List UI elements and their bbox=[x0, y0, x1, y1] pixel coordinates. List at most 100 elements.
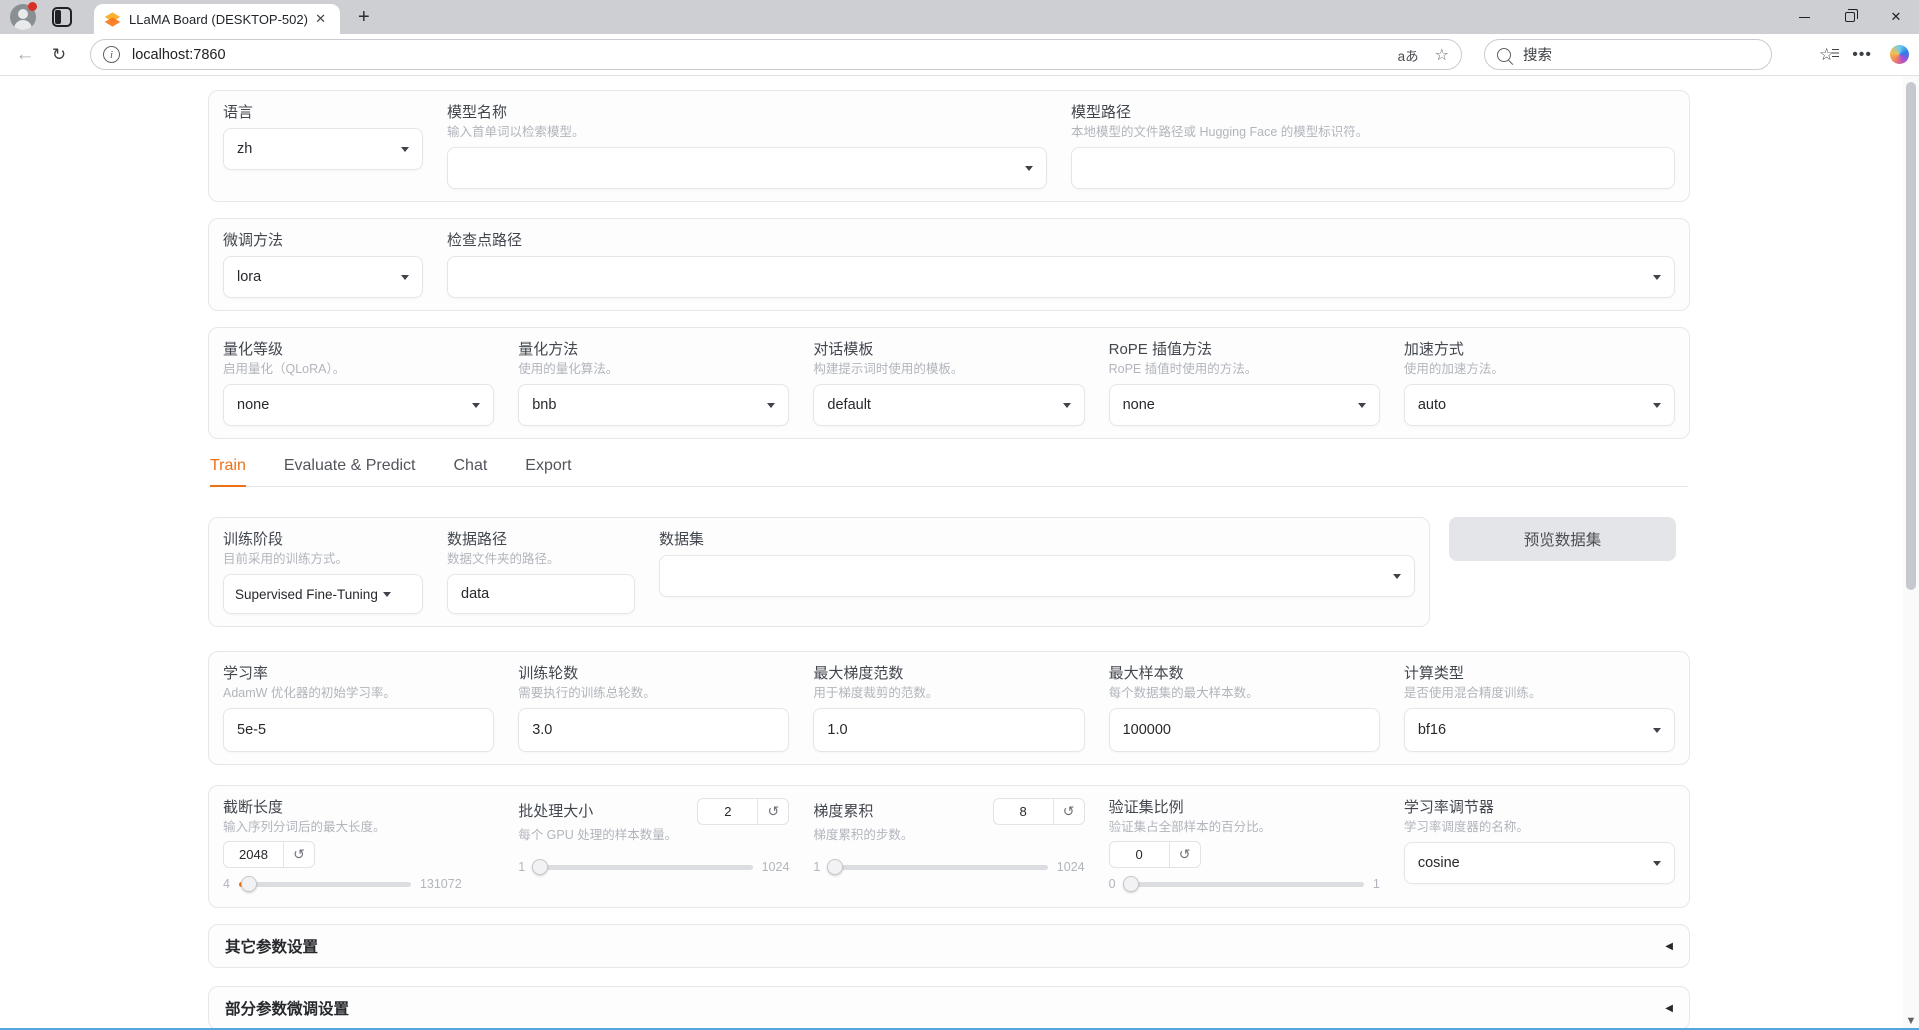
dataset-dropdown[interactable] bbox=[659, 555, 1415, 597]
tab-close-icon[interactable]: ✕ bbox=[311, 11, 330, 27]
val-size-label: 验证集比例 bbox=[1108, 799, 1184, 816]
scrollbar-thumb[interactable] bbox=[1906, 82, 1916, 590]
batch-size-max: 1024 bbox=[761, 860, 790, 874]
booster-dropdown[interactable]: auto bbox=[1403, 384, 1676, 426]
tab-export[interactable]: Export bbox=[525, 457, 571, 486]
val-size-max: 1 bbox=[1372, 877, 1380, 891]
learning-rate-value: 5e-5 bbox=[237, 722, 267, 738]
more-options-button[interactable]: ••• bbox=[1852, 46, 1872, 64]
chevron-down-icon bbox=[1653, 727, 1662, 733]
template-dropdown[interactable]: default bbox=[813, 384, 1085, 426]
browser-toolbar: ← ↻ i localhost:7860 aあ ☆ 搜索 ☆ ••• bbox=[0, 34, 1919, 76]
tab-chat[interactable]: Chat bbox=[453, 457, 487, 486]
tab-train[interactable]: Train bbox=[210, 457, 246, 487]
advanced-row: 量化等级 启用量化（QLoRA）。 none 量化方法 使用的量化算法。 bnb… bbox=[208, 327, 1690, 439]
learning-rate-label: 学习率 bbox=[223, 665, 269, 682]
copilot-button[interactable] bbox=[1890, 45, 1909, 64]
model-path-input[interactable] bbox=[1071, 147, 1675, 189]
translate-icon[interactable]: aあ bbox=[1398, 45, 1419, 65]
grad-accum-slider[interactable] bbox=[827, 858, 1048, 875]
scrollbar[interactable]: ▼ bbox=[1903, 76, 1919, 1030]
template-label: 对话模板 bbox=[813, 341, 874, 358]
training-stage-value: Supervised Fine-Tuning bbox=[235, 586, 378, 602]
quantization-method-value: bnb bbox=[532, 397, 557, 413]
batch-size-value[interactable]: 2 bbox=[698, 799, 757, 824]
chevron-down-icon bbox=[472, 402, 481, 408]
val-size-value[interactable]: 0 bbox=[1110, 842, 1169, 867]
language-dropdown[interactable]: zh bbox=[223, 128, 423, 170]
model-name-dropdown[interactable] bbox=[447, 147, 1047, 189]
cutoff-len-slider[interactable] bbox=[238, 875, 411, 892]
reset-icon[interactable]: ↺ bbox=[757, 799, 788, 824]
accordion-extra-args[interactable]: 其它参数设置 ◀ bbox=[208, 924, 1690, 968]
chevron-left-icon: ◀ bbox=[1665, 1002, 1673, 1014]
cutoff-len-min: 4 bbox=[223, 877, 230, 891]
num-epochs-input[interactable]: 3.0 bbox=[518, 708, 790, 752]
favorites-button[interactable]: ☆ bbox=[1819, 45, 1840, 65]
finetuning-type-label: 微调方法 bbox=[223, 232, 284, 249]
quantization-bit-dropdown[interactable]: none bbox=[223, 384, 495, 426]
max-grad-norm-label: 最大梯度范数 bbox=[813, 665, 904, 682]
max-grad-norm-input[interactable]: 1.0 bbox=[813, 708, 1085, 752]
batch-size-slider[interactable] bbox=[532, 858, 753, 875]
grad-accum-value[interactable]: 8 bbox=[994, 799, 1053, 824]
quantization-bit-label: 量化等级 bbox=[223, 341, 284, 358]
reset-icon[interactable]: ↺ bbox=[1052, 799, 1084, 824]
back-button[interactable]: ← bbox=[8, 38, 42, 72]
reset-icon[interactable]: ↺ bbox=[283, 842, 314, 867]
profile-avatar[interactable] bbox=[10, 2, 37, 30]
compute-type-info: 是否使用混合精度训练。 bbox=[1403, 686, 1542, 700]
browser-tab[interactable]: LLaMA Board (DESKTOP-502) ✕ bbox=[94, 4, 340, 34]
reset-icon[interactable]: ↺ bbox=[1168, 842, 1200, 867]
search-icon bbox=[1497, 47, 1511, 62]
training-stage-dropdown[interactable]: Supervised Fine-Tuning bbox=[223, 574, 423, 614]
max-samples-value: 100000 bbox=[1122, 722, 1171, 738]
new-tab-button[interactable]: + bbox=[358, 7, 370, 27]
accordion-freeze-config[interactable]: 部分参数微调设置 ◀ bbox=[208, 986, 1690, 1030]
address-bar[interactable]: i localhost:7860 aあ ☆ bbox=[90, 39, 1462, 70]
val-size-number[interactable]: 0 ↺ bbox=[1108, 841, 1201, 868]
tab-evaluate-predict[interactable]: Evaluate & Predict bbox=[284, 457, 416, 486]
checkpoint-path-label: 检查点路径 bbox=[447, 232, 523, 249]
chevron-down-icon bbox=[1357, 402, 1366, 408]
minimize-button[interactable] bbox=[1781, 0, 1827, 34]
rope-scaling-dropdown[interactable]: none bbox=[1108, 384, 1380, 426]
quantization-method-dropdown[interactable]: bnb bbox=[518, 384, 790, 426]
val-size-slider[interactable] bbox=[1122, 875, 1364, 892]
grad-accum-min: 1 bbox=[813, 860, 821, 874]
site-info-icon[interactable]: i bbox=[103, 46, 120, 63]
grad-accum-label: 梯度累积 bbox=[813, 803, 874, 820]
batch-size-number[interactable]: 2 ↺ bbox=[697, 798, 790, 825]
batch-size-label: 批处理大小 bbox=[518, 803, 594, 820]
preview-dataset-button[interactable]: 预览数据集 bbox=[1449, 517, 1676, 561]
cutoff-len-value[interactable]: 2048 bbox=[224, 842, 283, 867]
url-text[interactable]: localhost:7860 bbox=[132, 47, 1398, 63]
learning-rate-input[interactable]: 5e-5 bbox=[223, 708, 495, 752]
browser-tab-strip: LLaMA Board (DESKTOP-502) ✕ + ✕ bbox=[0, 0, 1919, 34]
model-path-info: 本地模型的文件路径或 Hugging Face 的模型标识符。 bbox=[1071, 125, 1369, 139]
chevron-down-icon bbox=[382, 591, 391, 597]
val-size-min: 0 bbox=[1108, 877, 1116, 891]
num-epochs-info: 需要执行的训练总轮数。 bbox=[518, 686, 656, 700]
hyperparam-row: 学习率 AdamW 优化器的初始学习率。 5e-5 训练轮数 需要执行的训练总轮… bbox=[208, 651, 1690, 765]
max-samples-input[interactable]: 100000 bbox=[1108, 708, 1380, 752]
maximize-button[interactable] bbox=[1827, 0, 1873, 34]
dataset-row: 训练阶段 目前采用的训练方式。 Supervised Fine-Tuning 数… bbox=[208, 517, 1430, 627]
model-name-info: 输入首单词以检索模型。 bbox=[447, 125, 585, 139]
close-button[interactable]: ✕ bbox=[1873, 0, 1919, 34]
search-box[interactable]: 搜索 bbox=[1484, 39, 1772, 70]
learning-rate-info: AdamW 优化器的初始学习率。 bbox=[223, 686, 396, 700]
checkpoint-path-dropdown[interactable] bbox=[447, 256, 1675, 298]
cutoff-len-number[interactable]: 2048 ↺ bbox=[223, 841, 315, 868]
scroll-down-icon[interactable]: ▼ bbox=[1905, 1015, 1917, 1027]
compute-type-dropdown[interactable]: bf16 bbox=[1403, 708, 1676, 752]
grad-accum-number[interactable]: 8 ↺ bbox=[992, 798, 1085, 825]
lr-scheduler-dropdown[interactable]: cosine bbox=[1403, 842, 1676, 884]
chevron-down-icon bbox=[1653, 402, 1662, 408]
bookmark-star-icon[interactable]: ☆ bbox=[1435, 45, 1449, 65]
dataset-label: 数据集 bbox=[659, 531, 705, 548]
refresh-button[interactable]: ↻ bbox=[42, 38, 76, 72]
data-dir-input[interactable]: data bbox=[447, 574, 635, 614]
workspaces-icon[interactable] bbox=[52, 7, 72, 27]
finetuning-type-dropdown[interactable]: lora bbox=[223, 256, 423, 298]
